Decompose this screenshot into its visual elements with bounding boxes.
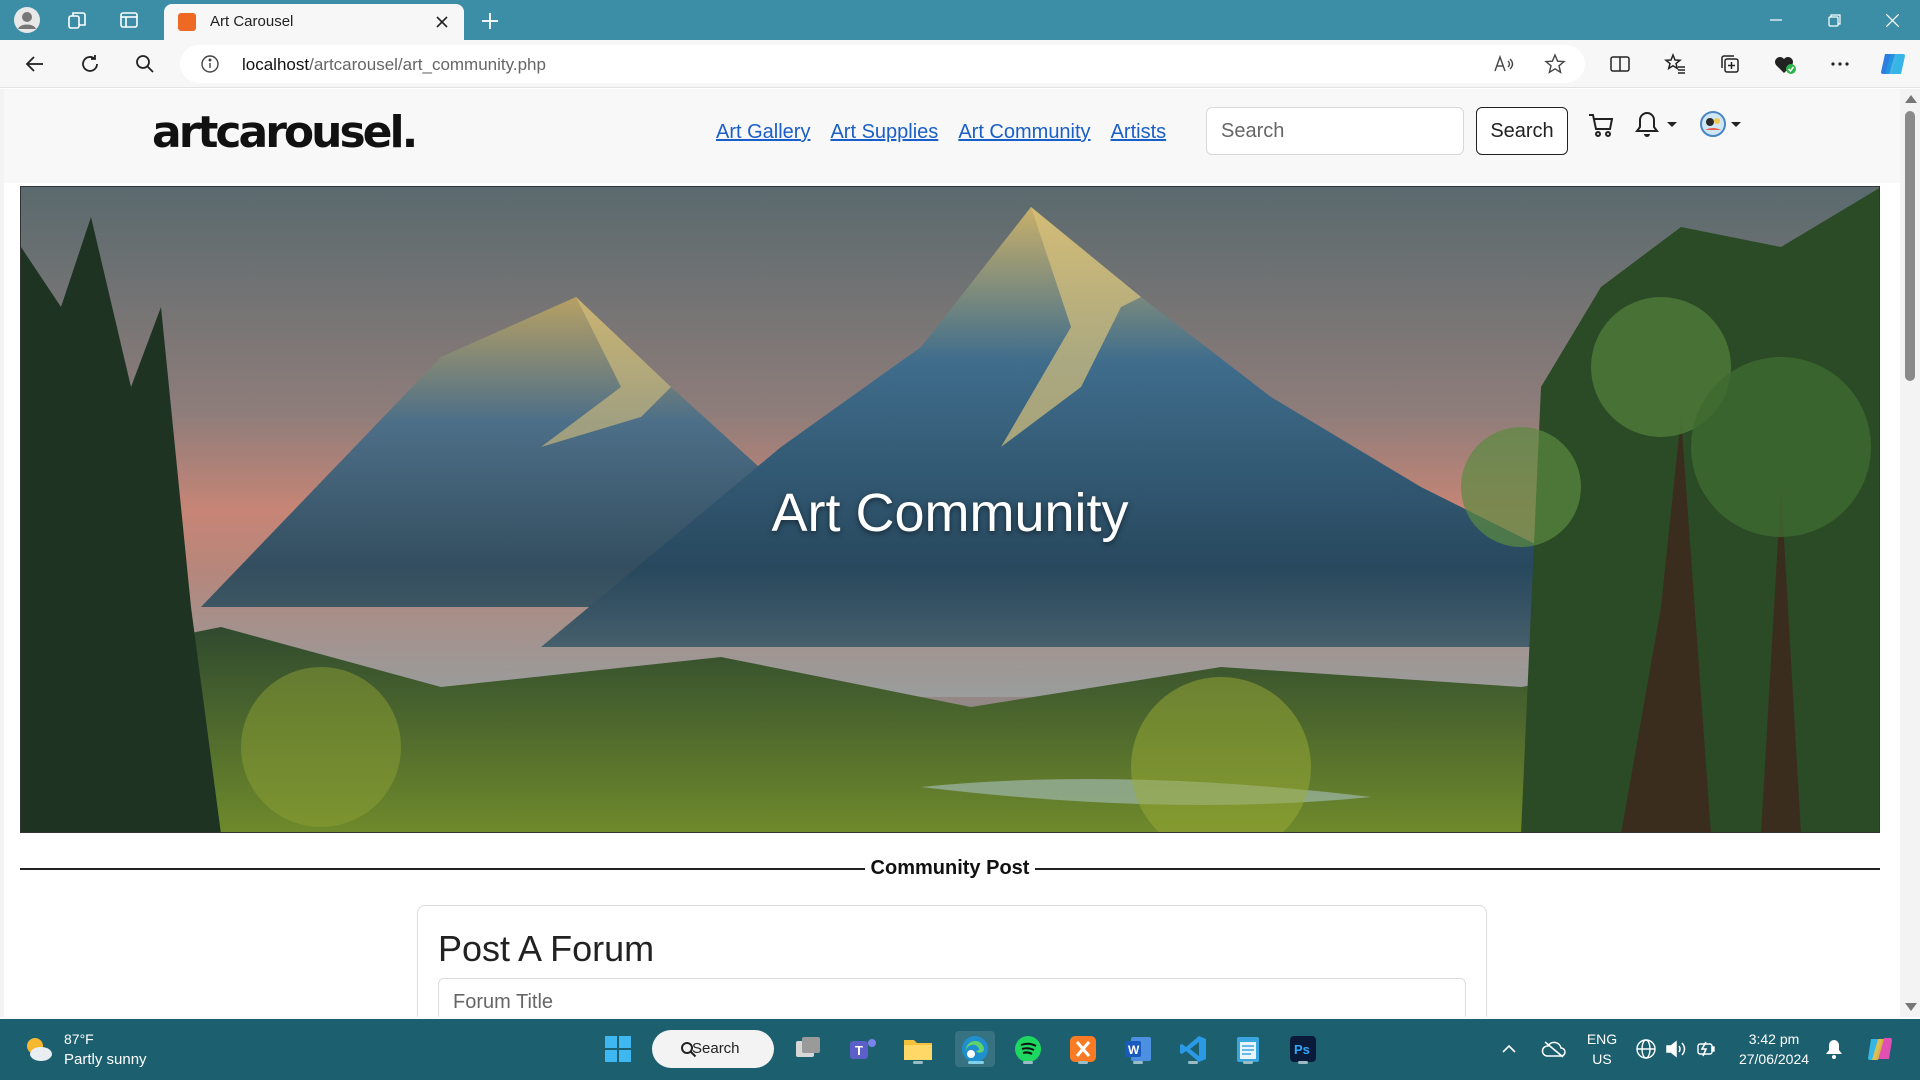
onedrive-icon[interactable] — [1536, 1031, 1572, 1067]
nav-link-art-community[interactable]: Art Community — [958, 121, 1090, 144]
network-icon[interactable] — [1632, 1031, 1660, 1067]
refresh-icon[interactable] — [75, 49, 105, 79]
browser-titlebar: Art Carousel — [0, 0, 1920, 40]
search-icon[interactable] — [130, 49, 160, 79]
close-tab-icon[interactable] — [430, 10, 454, 34]
site-navbar: artcarousel. Art Gallery Art Supplies Ar… — [4, 89, 1900, 183]
photoshop-icon[interactable]: Ps — [1285, 1031, 1321, 1067]
taskbar-search-label: Search — [692, 1040, 740, 1057]
copilot-icon[interactable] — [1878, 49, 1908, 79]
cart-icon[interactable] — [1586, 109, 1616, 141]
volume-icon[interactable] — [1662, 1031, 1690, 1067]
edge-icon[interactable] — [955, 1031, 995, 1067]
vscode-icon[interactable] — [1175, 1031, 1211, 1067]
back-icon[interactable] — [20, 49, 50, 79]
profile-icon[interactable] — [12, 5, 42, 35]
info-icon[interactable] — [200, 54, 220, 74]
more-icon[interactable] — [1825, 49, 1855, 79]
weather-partly-sunny-icon[interactable] — [22, 1033, 54, 1065]
start-icon[interactable] — [600, 1031, 636, 1067]
nav-link-art-supplies[interactable]: Art Supplies — [830, 121, 938, 144]
svg-text:Ps: Ps — [1294, 1042, 1310, 1057]
close-window-icon[interactable] — [1864, 0, 1920, 40]
weather-temp[interactable]: 87°F — [64, 1031, 94, 1047]
site-logo[interactable]: artcarousel. — [152, 107, 418, 158]
taskbar-search[interactable]: Search — [652, 1030, 774, 1068]
restore-icon[interactable] — [1806, 0, 1862, 40]
clock-date[interactable]: 27/06/2024 — [1726, 1051, 1822, 1067]
page-scrollbar[interactable] — [1900, 89, 1920, 1017]
hero-banner: Art Community — [20, 186, 1880, 833]
word-icon[interactable]: W — [1120, 1031, 1156, 1067]
scroll-thumb[interactable] — [1905, 111, 1915, 381]
site-search-input[interactable] — [1206, 107, 1464, 155]
nav-link-art-gallery[interactable]: Art Gallery — [716, 121, 810, 144]
nav-link-artists[interactable]: Artists — [1111, 121, 1167, 144]
nav-links: Art Gallery Art Supplies Art Community A… — [716, 121, 1166, 144]
address-bar[interactable]: localhost/artcarousel/art_community.php — [180, 45, 1585, 83]
teams-icon[interactable]: T — [845, 1031, 881, 1067]
lang-indicator-top[interactable]: ENG — [1580, 1031, 1624, 1047]
browser-toolbar: localhost/artcarousel/art_community.php — [0, 40, 1920, 88]
svg-text:W: W — [1128, 1043, 1140, 1057]
forum-heading: Post A Forum — [438, 928, 655, 969]
task-view-icon[interactable] — [790, 1031, 826, 1067]
page-viewport: artcarousel. Art Gallery Art Supplies Ar… — [0, 89, 1900, 1017]
split-screen-icon[interactable] — [1605, 49, 1635, 79]
notification-bell-icon[interactable] — [1820, 1031, 1848, 1067]
favorite-star-icon[interactable] — [1544, 53, 1566, 75]
site-search-button[interactable]: Search — [1476, 107, 1568, 155]
lang-indicator-bottom[interactable]: US — [1580, 1051, 1624, 1067]
xampp-icon[interactable] — [1065, 1031, 1101, 1067]
forum-post-card: Post A Forum — [417, 905, 1487, 1017]
scroll-up-icon[interactable] — [1905, 95, 1917, 103]
url-path: /artcarousel/art_community.php — [309, 55, 546, 74]
windows-taskbar: 87°F Partly sunny Search T W Ps ENG US 3… — [0, 1019, 1920, 1080]
battery-icon[interactable] — [1692, 1031, 1720, 1067]
scroll-down-icon[interactable] — [1905, 1003, 1917, 1011]
notepad-icon[interactable] — [1230, 1031, 1266, 1067]
forum-title-input[interactable] — [438, 978, 1466, 1017]
browser-essentials-icon[interactable] — [1770, 49, 1800, 79]
active-tab[interactable]: Art Carousel — [164, 4, 464, 40]
favorites-icon[interactable] — [1660, 49, 1690, 79]
new-tab-icon[interactable] — [476, 7, 504, 35]
tab-title: Art Carousel — [210, 13, 294, 30]
user-avatar-icon[interactable] — [1698, 109, 1748, 141]
workspaces-icon[interactable] — [62, 5, 92, 35]
clock-time[interactable]: 3:42 pm — [1726, 1031, 1822, 1047]
spotify-icon[interactable] — [1010, 1031, 1046, 1067]
minimize-icon[interactable] — [1748, 0, 1804, 40]
xampp-favicon-icon — [178, 13, 196, 31]
url-host: localhost — [242, 55, 310, 74]
hero-title: Art Community — [771, 483, 1129, 543]
show-hidden-icons-icon[interactable] — [1494, 1031, 1524, 1067]
collections-icon[interactable] — [1715, 49, 1745, 79]
section-title: Community Post — [864, 857, 1036, 879]
bell-icon[interactable] — [1632, 109, 1680, 141]
weather-desc[interactable]: Partly sunny — [64, 1051, 147, 1068]
url-text[interactable]: localhost/artcarousel/art_community.php — [242, 55, 546, 75]
file-explorer-icon[interactable] — [900, 1031, 936, 1067]
section-divider: Community Post — [20, 857, 1880, 881]
read-aloud-icon[interactable] — [1493, 53, 1515, 75]
svg-text:T: T — [855, 1043, 863, 1058]
copilot-taskbar-icon[interactable] — [1862, 1031, 1898, 1067]
tab-actions-icon[interactable] — [114, 5, 144, 35]
